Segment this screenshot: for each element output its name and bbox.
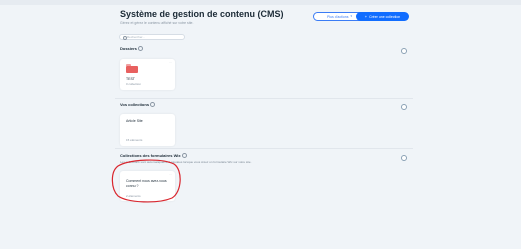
folders-section-title: Dossiers bbox=[120, 46, 143, 52]
more-options-icon[interactable]: ··· bbox=[169, 61, 172, 64]
section-divider bbox=[115, 148, 413, 149]
page-subtitle: Gérez et gérez le contenu affiché sur vo… bbox=[120, 21, 194, 25]
cms-dashboard: Système de gestion de contenu (CMS) Gére… bbox=[115, 5, 413, 249]
create-collection-label: Créer une collection bbox=[369, 14, 401, 19]
collection-card[interactable]: Article Site 15 éléments bbox=[120, 114, 175, 146]
folder-meta: 0 collection bbox=[126, 82, 142, 86]
folders-title-text: Dossiers bbox=[120, 46, 137, 51]
collection-meta: 15 éléments bbox=[126, 138, 143, 142]
folder-name: TEST bbox=[126, 77, 135, 81]
search-input[interactable] bbox=[127, 35, 182, 39]
page-title: Système de gestion de contenu (CMS) bbox=[120, 9, 284, 19]
collections-title-text: Vos collections bbox=[120, 102, 150, 107]
section-divider bbox=[115, 98, 413, 99]
search-field[interactable] bbox=[119, 34, 185, 40]
more-actions-label: Plus d'actions bbox=[326, 14, 349, 19]
chevron-down-icon: ▾ bbox=[350, 14, 352, 18]
folders-collapse-toggle[interactable] bbox=[401, 48, 407, 54]
info-icon[interactable] bbox=[137, 46, 143, 52]
create-collection-button[interactable]: + Créer une collection bbox=[356, 12, 409, 21]
annotation-circle bbox=[111, 159, 181, 203]
collections-section-title: Vos collections bbox=[120, 102, 156, 108]
folder-card[interactable]: ··· TEST 0 collection bbox=[120, 59, 175, 90]
plus-icon: + bbox=[364, 13, 368, 19]
wix-forms-collapse-toggle[interactable] bbox=[401, 155, 407, 161]
collection-name: Article Site bbox=[126, 119, 143, 123]
folder-icon bbox=[126, 64, 138, 73]
info-icon[interactable] bbox=[150, 102, 156, 108]
collections-collapse-toggle[interactable] bbox=[401, 104, 407, 110]
